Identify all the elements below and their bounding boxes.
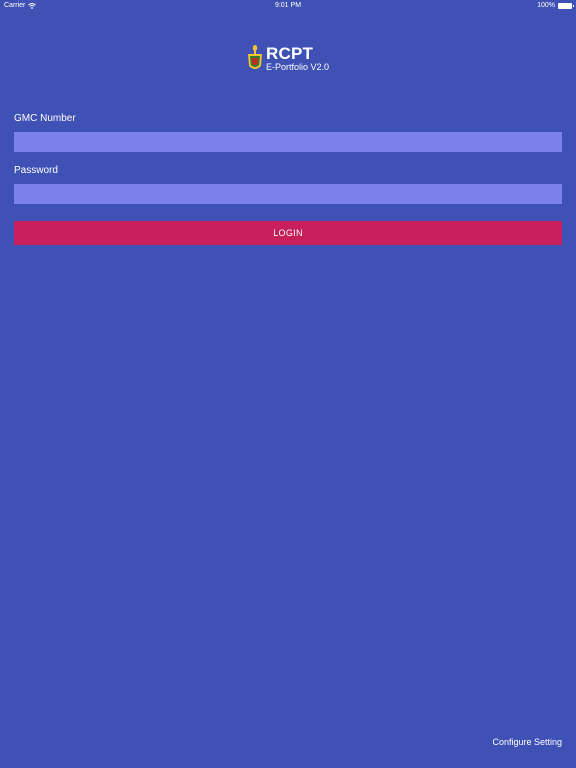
gmc-number-input[interactable]: [14, 132, 562, 152]
crest-icon: [248, 45, 262, 69]
gmc-number-label: GMC Number: [14, 113, 76, 124]
password-label: Password: [14, 165, 58, 176]
configure-setting-link[interactable]: Configure Setting: [492, 737, 562, 747]
password-input[interactable]: [14, 184, 562, 204]
status-bar: Carrier 9:01 PM 100%: [0, 0, 576, 12]
battery-percent: 100%: [537, 2, 555, 9]
logo-title: RCPT: [266, 43, 314, 63]
app-logo: RCPT E-Portfolio V2.0: [246, 43, 329, 73]
logo-subtitle: E-Portfolio V2.0: [266, 61, 330, 72]
battery-icon: [558, 2, 574, 9]
status-time: 9:01 PM: [274, 2, 302, 9]
login-button[interactable]: LOGIN: [14, 221, 562, 245]
logo-text: RCPT E-Portfolio V2.0: [266, 45, 329, 72]
status-right: 100%: [537, 2, 574, 9]
